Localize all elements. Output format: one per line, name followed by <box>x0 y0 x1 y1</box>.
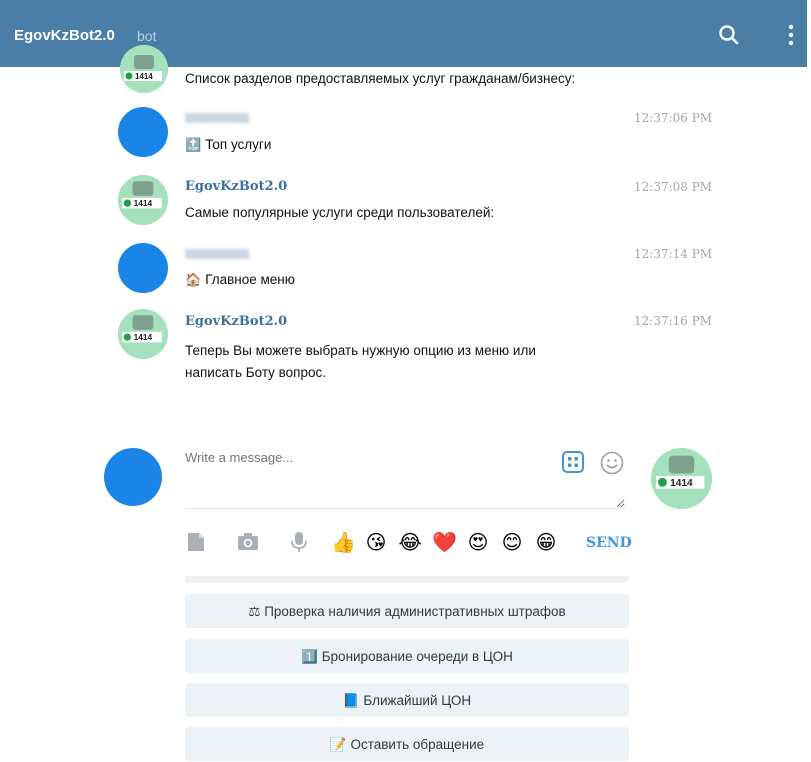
bot-avatar[interactable]: 1414 <box>118 175 168 225</box>
camera-icon[interactable] <box>237 531 259 553</box>
bot-avatar[interactable]: 1414 <box>120 45 168 93</box>
svg-text:1414: 1414 <box>670 478 693 489</box>
heart-icon[interactable]: ❤️ <box>432 531 457 555</box>
microphone-icon[interactable] <box>288 531 310 553</box>
bot-avatar[interactable]: 1414 <box>651 448 712 509</box>
bot-logo-icon: 1414 <box>118 175 168 225</box>
user-avatar[interactable] <box>118 243 168 293</box>
tears-of-joy-icon[interactable]: 😂 <box>398 531 422 555</box>
sender-name-redacted <box>185 113 249 123</box>
smile-icon[interactable] <box>600 451 624 475</box>
keyboard-scroll-edge <box>185 576 629 583</box>
memo-icon: 📝 <box>329 737 347 752</box>
svg-text:1414: 1414 <box>135 72 153 81</box>
chat-subtitle: bot <box>137 28 157 44</box>
house-icon: 🏠 <box>185 272 202 287</box>
send-button[interactable]: SEND <box>586 535 632 551</box>
search-icon[interactable] <box>716 22 742 48</box>
keyboard-grid-icon[interactable] <box>562 451 584 473</box>
message-input[interactable] <box>185 450 625 509</box>
grinning-face-icon[interactable]: 😁 <box>534 531 558 555</box>
user-avatar[interactable] <box>118 107 168 157</box>
bot-logo-icon: 1414 <box>118 309 168 359</box>
keyboard-button-nearest-con[interactable]: 📘 Ближайший ЦОН <box>185 683 629 717</box>
keycap-one-icon: 1️⃣ <box>301 649 318 664</box>
smiling-face-icon[interactable]: 😊 <box>500 531 524 555</box>
svg-text:1414: 1414 <box>134 198 153 208</box>
user-avatar[interactable] <box>104 448 162 506</box>
message-time: 12:37:14 PM <box>634 247 713 261</box>
keyboard-button-feedback[interactable]: 📝 Оставить обращение <box>185 727 629 761</box>
message-time: 12:37:08 PM <box>634 180 713 194</box>
message-sender[interactable]: EgovKzBot2.0 <box>185 179 287 194</box>
sender-name-redacted <box>185 249 249 259</box>
message-time: 12:37:16 PM <box>634 314 713 328</box>
book-icon: 📘 <box>342 693 360 708</box>
message-text-line: написать Боту вопрос. <box>185 365 327 380</box>
chat-title[interactable]: EgovKzBot2.0 <box>14 27 115 44</box>
message-text: Список разделов предоставляемых услуг гр… <box>185 71 576 86</box>
kiss-face-icon[interactable]: 😘 <box>364 531 388 555</box>
keyboard-button-queue[interactable]: 1️⃣ Бронирование очереди в ЦОН <box>185 639 629 673</box>
svg-text:1414: 1414 <box>134 332 153 342</box>
more-vertical-icon[interactable] <box>784 22 798 48</box>
message-sender[interactable]: EgovKzBot2.0 <box>185 314 287 329</box>
message-text: Самые популярные услуги среди пользовате… <box>185 205 495 220</box>
bot-logo-icon: 1414 <box>120 45 168 93</box>
message-text-line: Теперь Вы можете выбрать нужную опцию из… <box>185 343 536 358</box>
message-text: 🔝 Топ услуги <box>185 134 271 155</box>
bot-avatar[interactable]: 1414 <box>118 309 168 359</box>
bot-logo-icon: 1414 <box>651 448 712 509</box>
top-icon: 🔝 <box>185 137 202 152</box>
scales-icon: ⚖ <box>248 604 261 619</box>
keyboard-button-fines[interactable]: ⚖ Проверка наличия административных штра… <box>185 594 629 628</box>
message-text: 🏠 Главное меню <box>185 269 295 290</box>
message-time: 12:37:06 PM <box>634 111 713 125</box>
file-icon[interactable] <box>185 531 207 553</box>
chat-header: EgovKzBot2.0 bot <box>0 0 807 67</box>
heart-eyes-icon[interactable]: 😍 <box>466 531 490 555</box>
thumbs-up-icon[interactable]: 👍 <box>331 531 356 555</box>
